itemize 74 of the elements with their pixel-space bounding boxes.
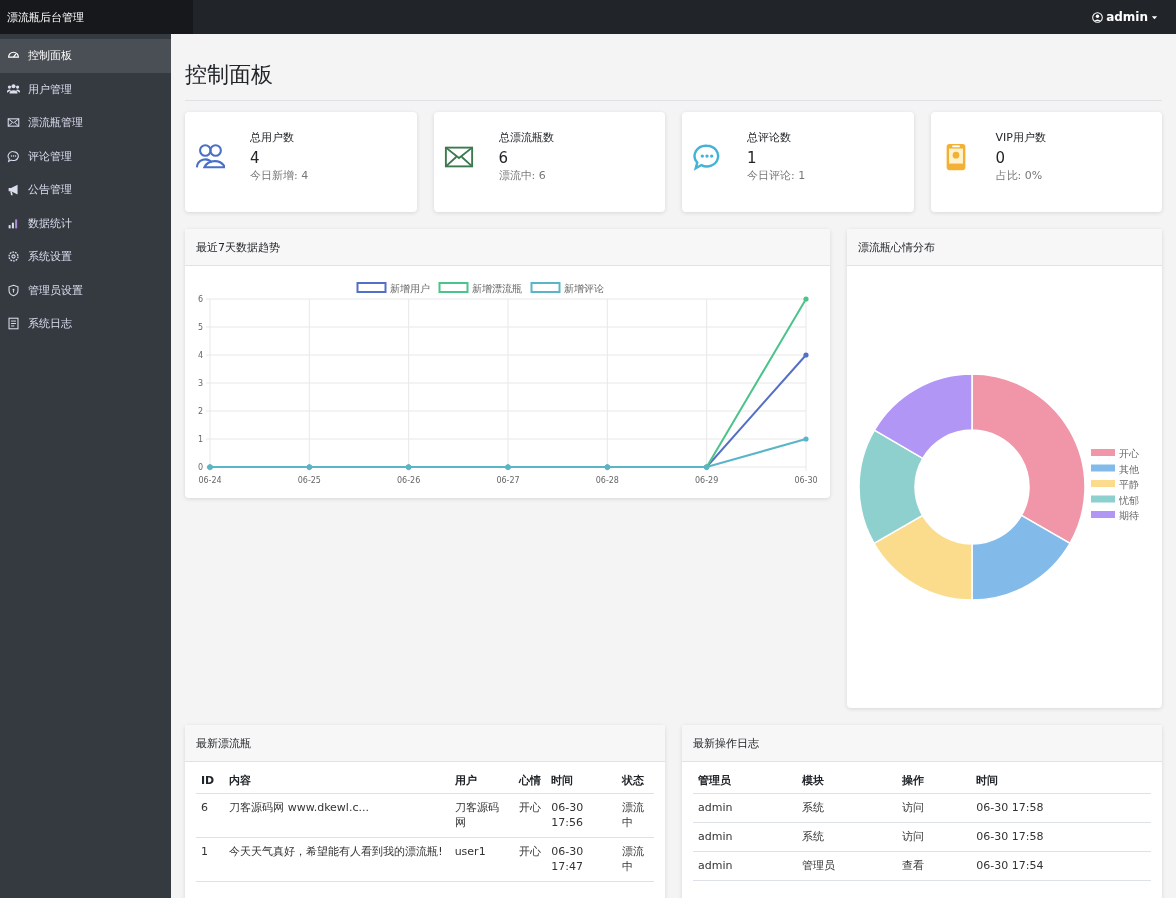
table-cell: admin [693,793,797,823]
axis-label: 06-29 [695,476,719,485]
table-cell: 漂流中 [616,837,654,882]
table-cell: 刀客源码网 [449,793,515,838]
table-cell: 06-30 17:58 [971,822,1151,852]
column-header: 内容 [224,768,450,794]
stat-note: 今日新增: 4 [250,168,309,183]
table-cell: 查看 [896,851,972,881]
stat-value: 1 [747,149,758,167]
column-header: 状态 [616,768,654,794]
column-header: 操作 [896,768,972,794]
column-header: 时间 [546,768,617,794]
table-cell: 漂流中 [616,793,654,838]
stat-value: 4 [250,149,261,167]
app-title: 漂流瓶后台管理 [0,0,193,34]
axis-label: 06-26 [397,476,421,485]
stat-title: 总用户数 [250,130,295,145]
column-header: 模块 [796,768,897,794]
axis-label: 2 [197,407,203,416]
panel-title: 最近7天数据趋势 [185,229,830,266]
table-cell: 1 [196,837,225,882]
stat-note: 今日评论: 1 [747,168,806,183]
page-title: 控制面板 [185,60,1162,101]
legend-label: 忧郁 [1119,494,1139,506]
legend-label: 新增评论 [563,283,604,294]
axis-label: 0 [197,463,203,472]
stat-title: 总评论数 [747,130,792,145]
table-cell: 系统 [796,822,897,852]
legend-label: 新增漂流瓶 [471,283,522,294]
axis-label: 1 [197,435,203,444]
table-cell: 开心 [514,793,547,838]
axis-label: 3 [197,379,203,388]
stat-title: VIP用户数 [995,130,1046,145]
column-header: 时间 [971,768,1151,794]
axis-label: 06-24 [198,476,222,485]
axis-label: 6 [197,295,203,304]
table-cell: user1 [449,837,515,882]
table-cell: admin [693,822,797,852]
stat-note: 漂流中: 6 [498,168,547,183]
panel-title: 漂流瓶心情分布 [847,229,1162,266]
legend-label: 其他 [1119,463,1139,475]
table-cell: 6 [196,793,225,838]
axis-label: 4 [197,351,203,360]
legend-label: 开心 [1119,448,1139,459]
table-cell: 刀客源码网 www.dkewl.c... [224,793,450,838]
table-cell: 06-30 17:56 [546,793,617,838]
legend-label: 期待 [1119,510,1139,521]
axis-label: 06-27 [496,476,520,485]
panel-title: 最新漂流瓶 [185,725,665,762]
column-header: 心情 [514,768,547,794]
column-header: ID [196,768,225,794]
table-cell: 访问 [896,793,972,823]
stat-value: 6 [498,149,510,167]
axis-label: 06-30 [794,476,818,485]
stat-title: 总漂流瓶数 [498,130,554,145]
table-cell: admin [693,851,797,881]
table-cell: 06-30 17:58 [971,793,1151,823]
table-cell: 管理员 [796,851,897,881]
stat-value: 0 [995,149,1007,167]
legend-label: 平静 [1119,479,1139,490]
table-cell: 06-30 17:54 [971,851,1151,881]
axis-label: 06-25 [297,476,321,485]
axis-label: 06-28 [595,476,619,485]
column-header: 用户 [449,768,515,794]
table-cell: 开心 [514,837,547,882]
table-cell: 系统 [796,793,897,823]
panel-title: 最新操作日志 [682,725,1162,762]
table-cell: 今天天气真好，希望能有人看到我的漂流瓶! [224,837,450,882]
table-cell: 06-30 17:47 [546,837,617,882]
table-cell: 访问 [896,822,972,852]
stat-note: 占比: 0% [995,168,1044,183]
legend-label: 新增用户 [389,283,430,294]
axis-label: 5 [197,323,203,332]
column-header: 管理员 [693,768,797,794]
